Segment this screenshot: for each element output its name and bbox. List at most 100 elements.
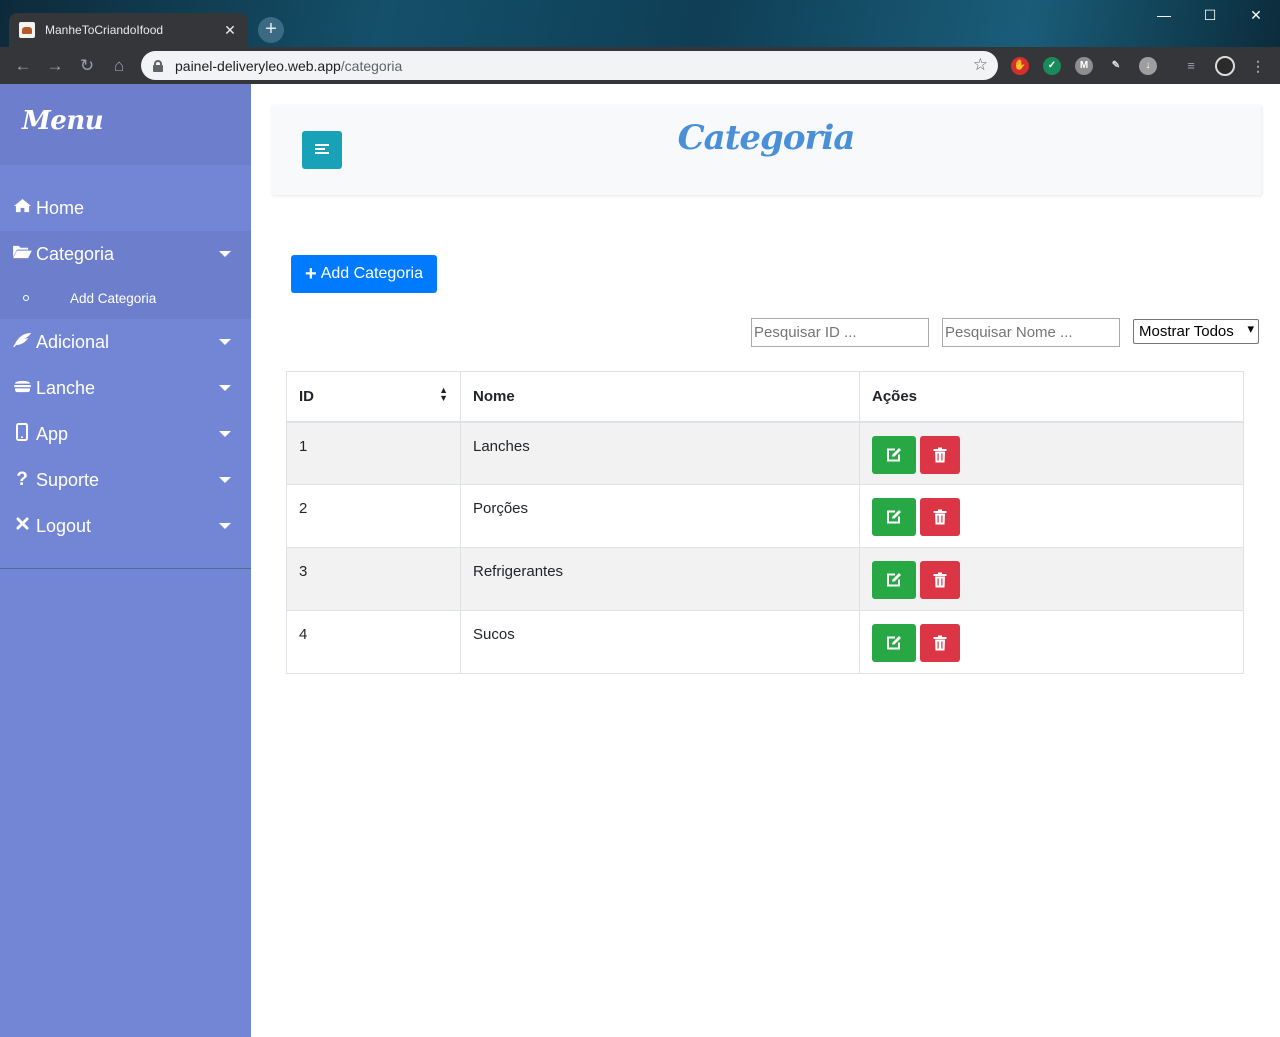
sidebar-divider [0,568,251,569]
delete-button[interactable] [920,498,960,536]
add-categoria-label: Add Categoria [320,265,423,282]
mobile-icon [11,422,33,446]
sidebar-item-adicional[interactable]: Adicional [0,319,251,365]
forward-icon[interactable]: → [44,55,66,77]
cell-id: 1 [286,421,461,485]
shield-extension-icon[interactable]: ✓ [1043,57,1061,75]
sidebar-item-label: Logout [36,515,92,536]
categories-table: ID ▲ ▼ Nome Ações 1 Lanches 2 Porções 3 … [286,371,1244,674]
cell-acoes [859,610,1244,674]
sidebar-item-logout[interactable]: Logout [0,503,251,549]
add-categoria-button[interactable]: + Add Categoria [291,255,437,293]
sidebar-nav: Home Categoria Add Categoria Adicional L… [0,185,251,549]
edit-button[interactable] [872,498,916,536]
question-icon: ? [16,469,28,490]
trash-icon [933,572,947,588]
url-path: /categoria [340,57,403,74]
menu-kebab-icon[interactable]: ⋮ [1249,57,1267,75]
edit-button[interactable] [872,561,916,599]
sidebar: Menu Home Categoria Add Categoria Adicio… [0,84,251,1037]
sidebar-item-lanche[interactable]: Lanche [0,365,251,411]
edit-button[interactable] [872,624,916,662]
page-header: Categoria [271,105,1261,195]
media-queue-icon[interactable]: ≡ [1182,57,1200,75]
site-favicon-icon [19,22,35,38]
column-header-acoes: Ações [859,371,1244,423]
table-row: 3 Refrigerantes [286,547,1244,611]
lock-icon [153,59,163,72]
edit-button[interactable] [872,435,916,474]
delete-button[interactable] [920,561,960,599]
trash-icon [933,635,947,651]
chevron-down-icon [219,385,231,391]
sidebar-item-label: Lanche [36,377,96,398]
sidebar-item-label: Adicional [36,331,110,352]
chevron-down-icon [219,251,231,257]
cell-id: 3 [286,547,461,611]
bookmark-star-icon[interactable]: ☆ [973,55,988,75]
browser-tab[interactable]: ManheToCriandoIfood ✕ [9,13,248,47]
sidebar-item-categoria[interactable]: Categoria [0,231,251,277]
download-extension-icon[interactable]: ↓ [1139,57,1157,75]
reload-icon[interactable]: ↻ [76,55,98,77]
page-title: Categoria [677,118,856,158]
table-row: 4 Sucos [286,610,1244,674]
cell-nome: Porções [460,484,860,548]
main-content: Categoria + Add Categoria Mostrar Todos … [251,84,1280,1037]
back-icon[interactable]: ← [12,55,34,77]
sort-icon[interactable]: ▲ ▼ [439,386,448,403]
adblock-extension-icon[interactable]: ✋ [1011,57,1029,75]
tab-close-icon[interactable]: ✕ [222,22,238,39]
delete-button[interactable] [920,624,960,662]
cell-acoes [859,484,1244,548]
sidebar-item-app[interactable]: App [0,411,251,457]
edit-icon [887,636,901,650]
profile-avatar[interactable] [1215,56,1235,76]
edit-icon [887,573,901,587]
sidebar-header: Menu [0,84,251,165]
cell-id: 2 [286,484,461,548]
sidebar-subitem-add-categoria[interactable]: Add Categoria [0,277,251,319]
trash-icon [933,447,947,462]
chevron-down-icon [219,477,231,483]
minimize-icon[interactable]: — [1141,4,1187,26]
table-row: 2 Porções [286,484,1244,548]
browser-toolbar: ← → ↻ ⌂ painel-deliveryleo.web.app/categ… [0,47,1280,84]
address-bar[interactable]: painel-deliveryleo.web.app/categoria ☆ [141,51,998,80]
search-id-input[interactable] [751,318,929,347]
home-page-icon[interactable]: ⌂ [108,55,130,77]
feather-icon [11,332,33,353]
chevron-down-icon [219,339,231,345]
maximize-icon[interactable]: ☐ [1187,4,1233,26]
chevron-down-icon [219,431,231,437]
sidebar-item-home[interactable]: Home [0,185,251,231]
column-header-label: ID [299,388,314,405]
edit-icon [887,510,901,524]
home-icon [11,198,33,218]
close-icon [11,517,33,535]
new-tab-button[interactable]: + [258,17,284,43]
sidebar-item-suporte[interactable]: ? Suporte [0,457,251,503]
sidebar-item-label: Suporte [36,469,100,490]
m-extension-icon[interactable]: M [1075,57,1093,75]
plus-icon: + [305,263,317,285]
tab-title: ManheToCriandoIfood [45,23,164,37]
sidebar-item-label: App [36,423,69,444]
delete-button[interactable] [920,435,960,474]
cell-nome: Sucos [460,610,860,674]
cell-acoes [859,547,1244,611]
column-header-label: Nome [473,388,515,405]
url-host: painel-deliveryleo.web.app [175,57,341,74]
table-row: 1 Lanches [286,421,1244,485]
show-filter-select[interactable]: Mostrar Todos [1133,319,1259,344]
sidebar-item-label: Home [36,197,85,218]
sidebar-subitem-label: Add Categoria [70,290,157,306]
column-header-id[interactable]: ID ▲ ▼ [286,371,461,423]
pen-extension-icon[interactable]: ✎ [1107,57,1125,75]
sidebar-brand: Menu [22,106,104,136]
sidebar-item-label: Categoria [36,243,115,264]
window-close-icon[interactable]: ✕ [1233,4,1279,26]
chevron-down-icon [219,523,231,529]
search-name-input[interactable] [942,318,1120,347]
cell-nome: Refrigerantes [460,547,860,611]
